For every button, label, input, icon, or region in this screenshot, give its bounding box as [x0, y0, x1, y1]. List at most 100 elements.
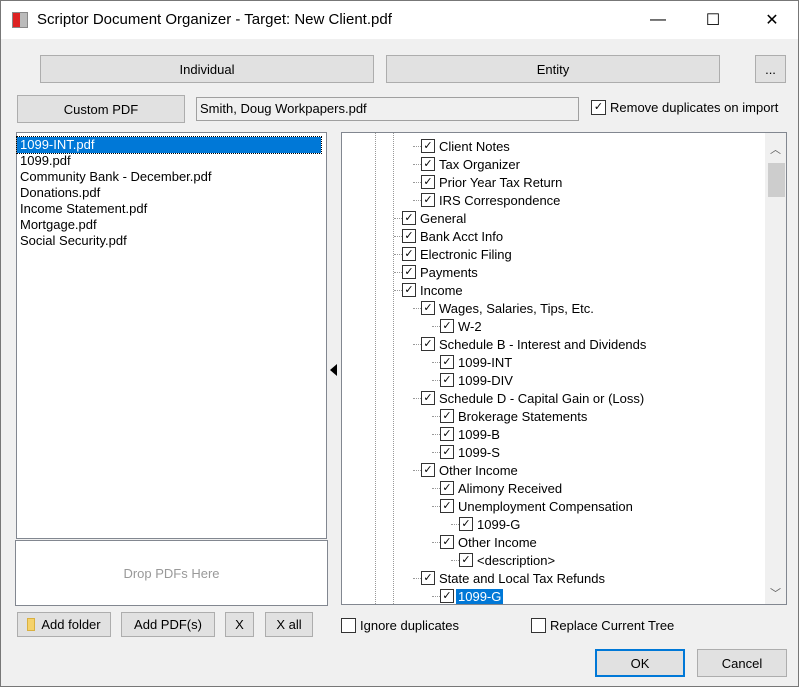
checkbox-icon[interactable]: ✓ — [440, 319, 454, 333]
add-folder-label: Add folder — [41, 617, 101, 632]
tree-item[interactable]: ✓ Bank Acct Info — [394, 227, 505, 245]
title-bar: Scriptor Document Organizer - Target: Ne… — [1, 1, 798, 39]
checkbox-icon[interactable]: ✓ — [440, 373, 454, 387]
tree-line — [413, 163, 421, 165]
tree-item[interactable]: ✓ Other Income — [413, 461, 520, 479]
add-folder-button[interactable]: Add folder — [17, 612, 111, 637]
tree-scrollbar[interactable]: ︿ ﹀ — [765, 133, 786, 604]
checkbox-icon[interactable]: ✓ — [459, 517, 473, 531]
tree-item[interactable]: ✓ Income — [394, 281, 465, 299]
file-list[interactable]: 1099-INT.pdf 1099.pdf Community Bank - Dec… — [16, 132, 327, 539]
file-list-item[interactable]: 1099.pdf — [17, 153, 326, 169]
checkbox-icon[interactable]: ✓ — [440, 409, 454, 423]
remove-button[interactable]: X — [225, 612, 254, 637]
checkbox-icon[interactable]: ✓ — [402, 229, 416, 243]
checkbox-icon[interactable]: ✓ — [459, 553, 473, 567]
tree-line — [394, 217, 402, 219]
file-list-item[interactable]: Social Security.pdf — [17, 233, 326, 249]
tree-item[interactable]: ✓ Tax Organizer — [413, 155, 522, 173]
tree-item[interactable]: ✓ 1099-S — [432, 443, 502, 461]
remove-all-button[interactable]: X all — [265, 612, 313, 637]
tree-line — [413, 469, 421, 471]
file-list-item[interactable]: Donations.pdf — [17, 185, 326, 201]
checkbox-icon[interactable]: ✓ — [440, 481, 454, 495]
checkbox-icon[interactable]: ✓ — [440, 589, 454, 603]
tree-item[interactable]: ✓ Unemployment Compensation — [432, 497, 635, 515]
file-list-item[interactable]: Community Bank - December.pdf — [17, 169, 326, 185]
checkbox-icon[interactable]: ✓ — [421, 391, 435, 405]
tree-item[interactable]: ✓ 1099-G — [451, 515, 522, 533]
checkbox-icon[interactable]: ✓ — [421, 571, 435, 585]
checkbox-icon[interactable]: ✓ — [440, 427, 454, 441]
cancel-button[interactable]: Cancel — [697, 649, 787, 677]
more-button[interactable]: ... — [755, 55, 786, 83]
ignore-duplicates-checkbox[interactable]: Ignore duplicates — [341, 618, 459, 633]
checkbox-icon[interactable]: ✓ — [421, 337, 435, 351]
checkbox-icon[interactable]: ✓ — [402, 283, 416, 297]
tree-item[interactable]: ✓ Electronic Filing — [394, 245, 514, 263]
app-icon — [12, 12, 28, 28]
checkbox-icon[interactable]: ✓ — [421, 157, 435, 171]
checkbox-icon[interactable]: ✓ — [440, 535, 454, 549]
tree-line — [413, 181, 421, 183]
scroll-up-icon[interactable]: ︿ — [770, 141, 781, 157]
checkbox-icon[interactable]: ✓ — [440, 499, 454, 513]
checkbox-icon[interactable]: ✓ — [421, 139, 435, 153]
drop-zone[interactable]: Drop PDFs Here — [15, 540, 328, 606]
tree-item-label: W-2 — [458, 318, 482, 334]
tree-item[interactable]: ✓ 1099-DIV — [432, 371, 515, 389]
tree-item[interactable]: ✓ IRS Correspondence — [413, 191, 562, 209]
add-pdfs-button[interactable]: Add PDF(s) — [121, 612, 215, 637]
close-button[interactable]: ✕ — [749, 7, 795, 33]
scroll-down-icon[interactable]: ﹀ — [770, 585, 781, 601]
tree-item[interactable]: ✓ Payments — [394, 263, 480, 281]
tree-item[interactable]: ✓ W-2 — [432, 317, 484, 335]
entity-button[interactable]: Entity — [386, 55, 720, 83]
ok-button[interactable]: OK — [595, 649, 685, 677]
minimize-button[interactable]: — — [635, 7, 681, 33]
tree-line — [432, 487, 440, 489]
checkbox-icon[interactable]: ✓ — [440, 445, 454, 459]
file-list-item[interactable]: Income Statement.pdf — [17, 201, 326, 217]
tree-item[interactable]: ✓ Prior Year Tax Return — [413, 173, 564, 191]
tree-item-label: Alimony Received — [458, 480, 563, 496]
filename-field[interactable]: Smith, Doug Workpapers.pdf — [196, 97, 579, 121]
tree-item[interactable]: ✓ State and Local Tax Refunds — [413, 569, 607, 587]
checkbox-icon[interactable]: ✓ — [402, 247, 416, 261]
tree-item-label: Prior Year Tax Return — [439, 174, 563, 190]
tree-item[interactable]: ✓ Wages, Salaries, Tips, Etc. — [413, 299, 596, 317]
maximize-button[interactable]: ☐ — [690, 7, 736, 33]
scroll-thumb[interactable] — [768, 163, 785, 197]
tree-item-label: Tax Organizer — [439, 156, 520, 172]
tree-item[interactable]: ✓ Other Income — [432, 533, 539, 551]
tree-item[interactable]: ✓ Brokerage Statements — [432, 407, 589, 425]
tree-item[interactable]: ✓ 1099-G — [432, 587, 504, 604]
tree-item-label: Bank Acct Info — [420, 228, 504, 244]
tree-item[interactable]: ✓ 1099-B — [432, 425, 502, 443]
collapse-arrow-icon[interactable] — [330, 364, 337, 376]
tree-item[interactable]: ✓ 1099-INT — [432, 353, 514, 371]
tree-item[interactable]: ✓ Schedule B - Interest and Dividends — [413, 335, 648, 353]
tree-line — [413, 577, 421, 579]
replace-tree-checkbox[interactable]: Replace Current Tree — [531, 618, 674, 633]
tree-item[interactable]: ✓ Schedule D - Capital Gain or (Loss) — [413, 389, 646, 407]
tree-item[interactable]: ✓ General — [394, 209, 468, 227]
category-tree[interactable]: ✓ Client Notes ✓ Tax Organizer ✓ Prior Year T… — [341, 132, 787, 605]
checkbox-icon[interactable]: ✓ — [421, 301, 435, 315]
checkbox-icon[interactable]: ✓ — [421, 193, 435, 207]
custom-pdf-button[interactable]: Custom PDF — [17, 95, 185, 123]
checkbox-icon[interactable]: ✓ — [402, 211, 416, 225]
tree-item-label: Schedule B - Interest and Dividends — [439, 336, 647, 352]
checkbox-icon[interactable]: ✓ — [421, 463, 435, 477]
tree-item[interactable]: ✓ Client Notes — [413, 137, 512, 155]
tree-item[interactable]: ✓ <description> — [451, 551, 557, 569]
individual-button[interactable]: Individual — [40, 55, 374, 83]
checkbox-icon[interactable]: ✓ — [421, 175, 435, 189]
file-list-item[interactable]: 1099-INT.pdf — [16, 136, 322, 154]
remove-duplicates-checkbox[interactable]: ✓ Remove duplicates on import — [591, 100, 778, 115]
file-list-item[interactable]: Mortgage.pdf — [17, 217, 326, 233]
tree-item[interactable]: ✓ Alimony Received — [432, 479, 564, 497]
checkbox-icon[interactable]: ✓ — [440, 355, 454, 369]
checkbox-icon[interactable]: ✓ — [402, 265, 416, 279]
tree-line — [432, 361, 440, 363]
